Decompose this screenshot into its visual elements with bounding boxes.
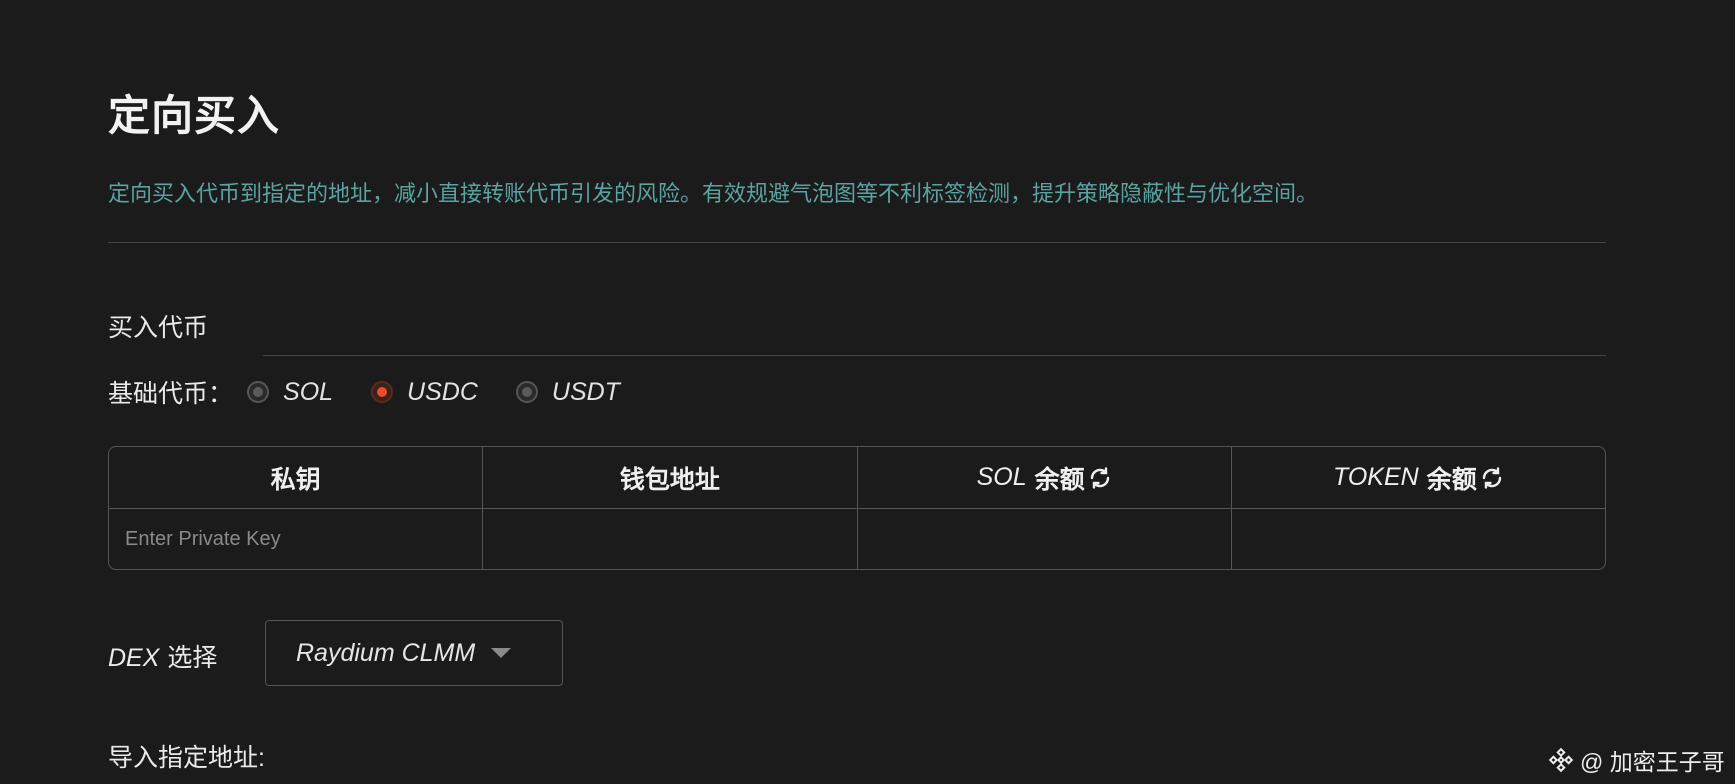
radio-indicator <box>515 381 538 403</box>
refresh-icon[interactable] <box>1480 466 1504 490</box>
header-label: 私钥 <box>270 465 321 494</box>
cell-private-key <box>109 509 484 569</box>
header-label-prefix: SOL <box>976 463 1027 491</box>
page-description: 定向买入代币到指定的地址，减小直接转账代币引发的风险。有效规避气泡图等不利标签检… <box>108 181 1319 206</box>
radio-label: SOL <box>283 377 334 406</box>
header-label: 余额 <box>1034 465 1085 494</box>
radio-label: USDT <box>551 377 620 406</box>
header-wallet-address: 钱包地址 <box>483 447 858 508</box>
refresh-icon[interactable] <box>1088 466 1112 490</box>
radio-usdc[interactable]: USDC <box>371 378 478 407</box>
radio-label: USDC <box>407 377 478 406</box>
wallet-table: 私钥 钱包地址 SOL 余额 TOKEN 余额 <box>108 446 1606 570</box>
page-title: 定向买入 <box>108 92 281 139</box>
section-divider <box>263 355 1606 356</box>
header-token-balance: TOKEN 余额 <box>1232 447 1605 508</box>
header-sol-balance: SOL 余额 <box>858 447 1232 508</box>
import-address-label: 导入指定地址: <box>108 744 265 772</box>
header-label: 钱包地址 <box>619 465 720 494</box>
watermark-text: @ 加密王子哥 <box>1580 749 1725 775</box>
radio-usdt[interactable]: USDT <box>515 377 620 407</box>
base-token-label: 基础代币： <box>108 380 234 408</box>
header-private-key: 私钥 <box>109 447 484 508</box>
cell-wallet-address <box>483 509 858 569</box>
caret-down-icon <box>491 648 512 658</box>
radio-sol[interactable]: SOL <box>247 378 333 407</box>
header-label-prefix: TOKEN <box>1333 463 1419 491</box>
private-key-input[interactable] <box>109 509 483 569</box>
cell-sol-balance <box>858 509 1232 569</box>
divider <box>108 242 1606 243</box>
base-token-selector: 基础代币： SOL USDC USDT <box>108 374 658 410</box>
table-header-row: 私钥 钱包地址 SOL 余额 TOKEN 余额 <box>109 447 1605 509</box>
dex-selected-value: Raydium CLMM <box>296 638 476 667</box>
watermark: @ 加密王子哥 <box>1548 743 1725 777</box>
header-label: 余额 <box>1426 465 1477 494</box>
dex-label-prefix: DEX <box>108 644 160 672</box>
table-row <box>109 509 1605 569</box>
dex-label-suffix: 选择 <box>167 644 218 672</box>
dex-dropdown[interactable]: Raydium CLMM <box>265 620 563 686</box>
radio-indicator <box>371 381 394 403</box>
dex-select-label: DEX 选择 <box>108 638 217 674</box>
cell-token-balance <box>1232 509 1605 569</box>
radio-indicator <box>247 381 270 403</box>
binance-logo-icon <box>1548 747 1574 773</box>
buy-token-section-label: 买入代币 <box>108 314 209 342</box>
